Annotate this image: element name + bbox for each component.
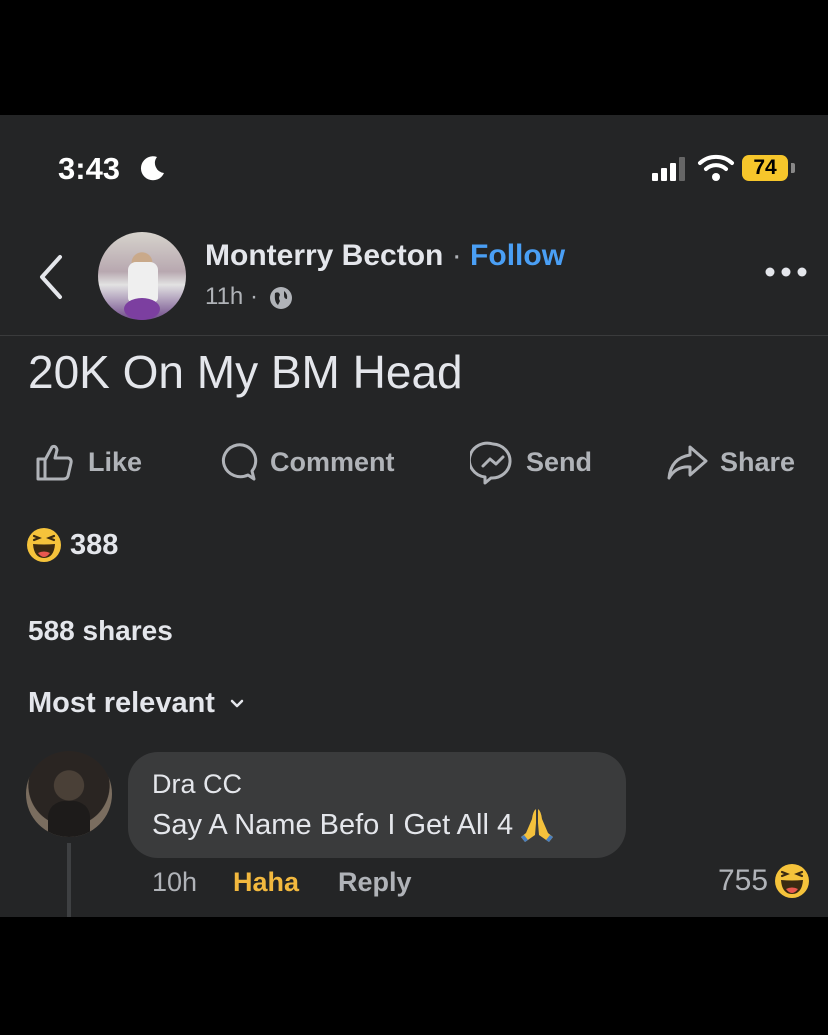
share-arrow-icon [667, 445, 708, 480]
battery-tip [791, 163, 795, 173]
author-avatar[interactable] [98, 232, 186, 320]
battery-indicator: 74 [742, 155, 788, 181]
chevron-left-icon[interactable] [32, 247, 68, 307]
comment-label: Comment [270, 446, 395, 477]
moon-icon [140, 156, 164, 181]
commenter-avatar[interactable] [26, 751, 112, 837]
post-actions: Like Comment Send Share [0, 437, 828, 487]
share-label: Share [720, 446, 796, 477]
comment-button[interactable]: Comment [214, 437, 395, 487]
shares-count[interactable]: 588 shares [28, 615, 173, 647]
haha-emoji-icon [775, 864, 810, 898]
folded-hands-icon [521, 809, 554, 842]
reaction-count: 388 [70, 528, 119, 561]
facebook-post-screen: 3:43 74 Monterry Becton · Follow 11h · 2… [0, 115, 828, 917]
author-separator: · [451, 239, 462, 272]
messenger-icon [470, 441, 512, 485]
status-time: 3:43 [58, 151, 121, 186]
cellular-signal-icon [652, 157, 685, 181]
comment-text: Say A Name Befo I Get All 4 [152, 805, 557, 845]
haha-emoji-icon [27, 528, 61, 562]
thumbs-up-icon [36, 444, 73, 481]
post-time[interactable]: 11h [205, 283, 243, 310]
send-label: Send [526, 446, 593, 477]
post-text: 20K On My BM Head [28, 346, 463, 398]
comment-sort-dropdown[interactable]: Most relevant [28, 687, 247, 720]
chevron-down-icon [230, 699, 244, 707]
globe-icon [270, 287, 292, 309]
share-button[interactable]: Share [664, 437, 795, 487]
more-icon[interactable] [764, 265, 808, 279]
avatar-figure [128, 262, 158, 302]
comment-body: Say A Name Befo I Get All 4 [152, 808, 514, 841]
avatar-figure-base [124, 298, 160, 320]
meta-separator: · [249, 283, 258, 310]
comment-haha-button[interactable]: Haha [233, 867, 299, 898]
send-button[interactable]: Send [470, 437, 592, 487]
author-name[interactable]: Monterry Becton [205, 239, 443, 272]
comment-reaction-summary[interactable]: 755 [718, 863, 810, 899]
thread-line [67, 843, 71, 917]
comment-bubble-icon [221, 443, 258, 481]
avatar-figure [48, 801, 90, 837]
status-bar: 3:43 74 [0, 115, 828, 215]
wifi-icon [698, 154, 734, 181]
author-line: Monterry Becton · Follow [205, 239, 565, 273]
follow-button[interactable]: Follow [470, 239, 565, 272]
post-meta: 11h · [205, 283, 258, 311]
comment-time: 10h [152, 867, 198, 897]
sort-label: Most relevant [28, 687, 215, 719]
like-label: Like [88, 446, 143, 477]
comment-reply-button[interactable]: Reply [338, 867, 412, 898]
comment-author[interactable]: Dra CC [152, 769, 242, 800]
reaction-summary[interactable]: 388 [26, 527, 118, 563]
like-button[interactable]: Like [32, 437, 142, 487]
comment-reaction-count: 755 [718, 864, 769, 897]
